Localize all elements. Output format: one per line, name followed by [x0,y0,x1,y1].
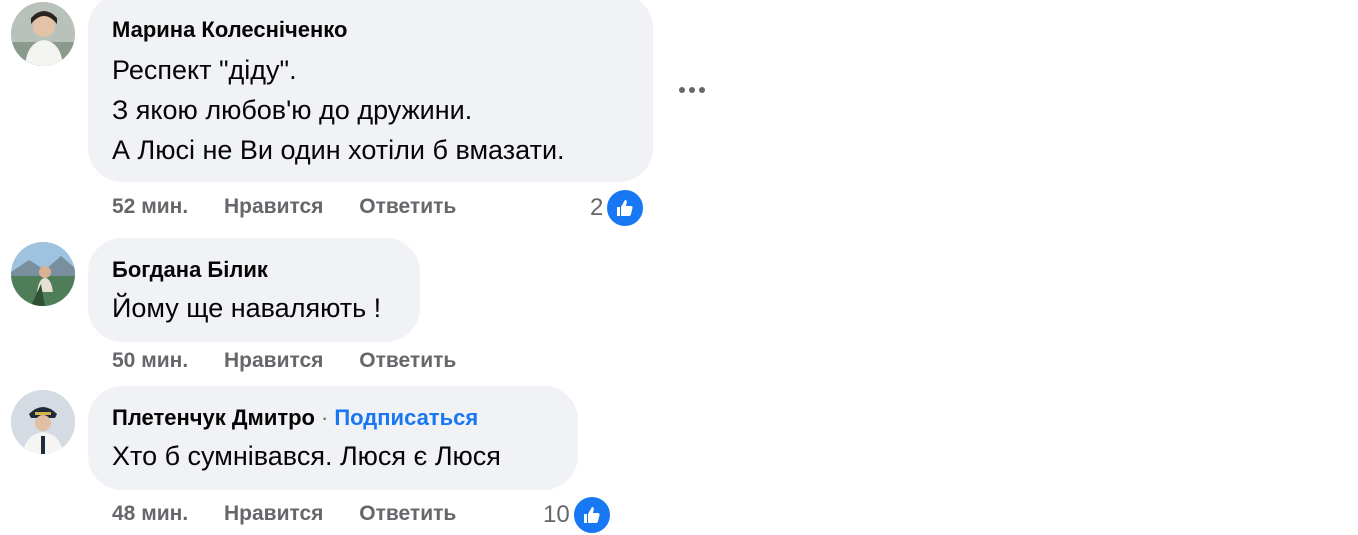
like-button[interactable]: Нравится [224,349,323,372]
comment-timestamp[interactable]: 52 мин. [112,195,188,218]
comment-timestamp[interactable]: 48 мин. [112,502,188,525]
comment-text-line: Хто б сумнівався. Люся є Люся [112,441,501,471]
comment-text-line: З якою любов'ю до дружини. [112,95,473,125]
comment-timestamp[interactable]: 50 мин. [112,349,188,372]
comment-text-line: А Люсі не Ви один хотіли б вмазати. [112,135,565,165]
comment-author[interactable]: Плетенчук Дмитро [112,405,315,430]
thumbs-up-icon [571,495,612,535]
thumbs-up-icon [605,188,646,228]
avatar[interactable] [11,2,75,66]
avatar[interactable] [11,390,75,454]
comment-actions: 52 мин. Нравится Ответить [112,195,486,219]
comment-author[interactable]: Марина Колесніченко [112,16,629,44]
separator-dot: · [321,405,329,430]
more-options-icon [679,87,685,93]
reaction-summary[interactable]: 2 [590,188,646,228]
comment-text-line: Йому ще наваляють ! [112,293,382,323]
comment-actions: 50 мин. Нравится Ответить [112,349,486,373]
reply-button[interactable]: Ответить [359,349,456,372]
reaction-count: 2 [590,194,604,221]
comment-bubble: Плетенчук Дмитро · Подписаться Хто б сумні… [88,386,578,490]
reply-button[interactable]: Ответить [359,195,456,218]
follow-button[interactable]: Подписаться [334,405,478,430]
comment-text-line: Респект "діду". [112,55,297,85]
reaction-count: 10 [543,501,570,528]
reaction-summary[interactable]: 10 [543,495,612,535]
comment-actions: 48 мин. Нравится Ответить [112,502,486,526]
comment-bubble: Богдана Білик Йому ще наваляють ! [88,238,420,342]
avatar[interactable] [11,242,75,306]
comment-bubble: Марина Колесніченко Респект "діду". З як… [88,0,653,182]
more-options-button[interactable] [668,72,716,108]
comment-author[interactable]: Богдана Білик [112,256,396,284]
reply-button[interactable]: Ответить [359,502,456,525]
like-button[interactable]: Нравится [224,195,323,218]
like-button[interactable]: Нравится [224,502,323,525]
comment-header: Плетенчук Дмитро · Подписаться [112,404,554,432]
